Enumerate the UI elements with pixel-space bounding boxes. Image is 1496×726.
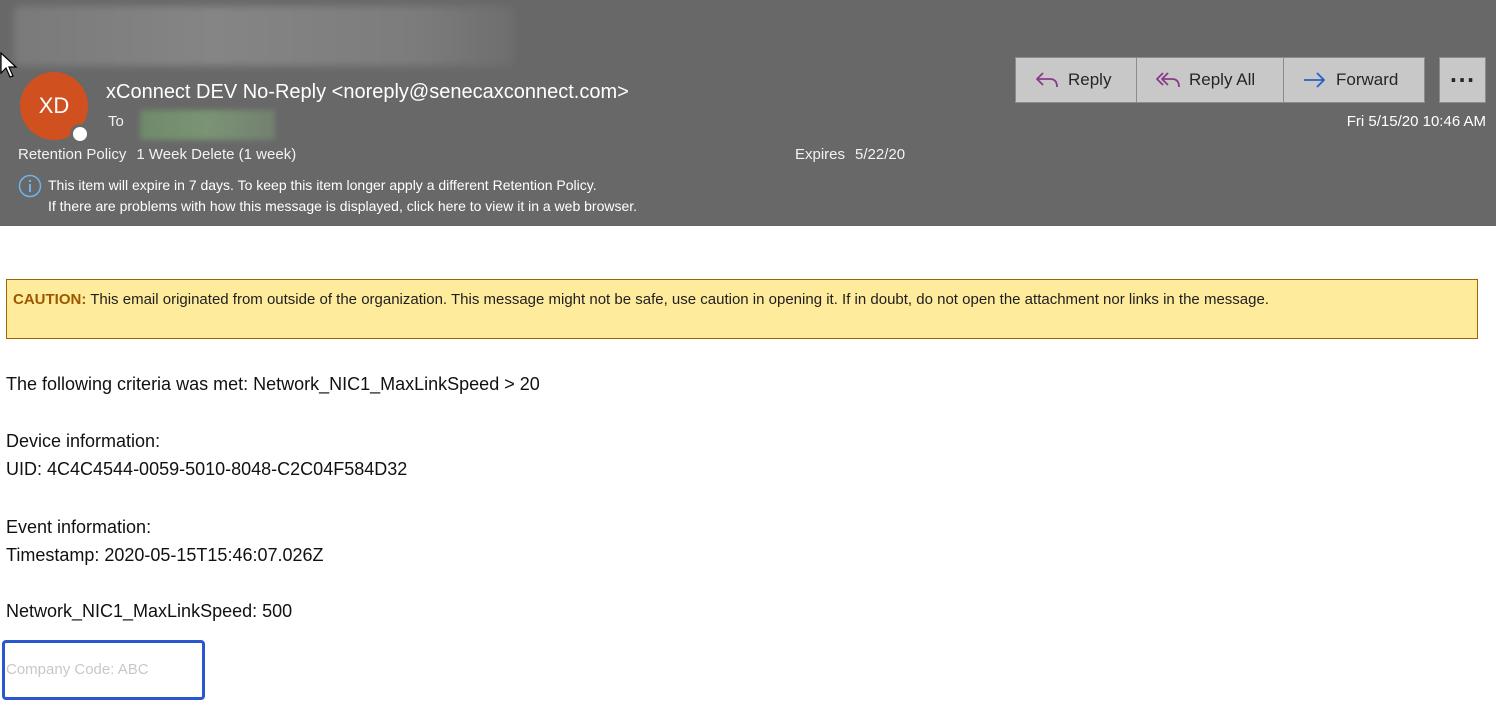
- event-timestamp: Timestamp: 2020-05-15T15:46:07.026Z: [6, 545, 324, 565]
- device-uid: UID: 4C4C4544-0059-5010-8048-C2C04F584D3…: [6, 459, 408, 479]
- expires-value: 5/22/20: [855, 146, 906, 163]
- received-datetime: Fri 5/15/20 10:46 AM: [1346, 113, 1486, 130]
- expiry-notice: This item will expire in 7 days. To keep…: [48, 177, 597, 193]
- reply-label: Reply: [1068, 70, 1112, 89]
- reply-all-label: Reply All: [1189, 70, 1256, 89]
- sender-address[interactable]: xConnect DEV No-Reply <noreply@senecaxco…: [106, 81, 629, 104]
- reply-all-icon: [1156, 72, 1180, 88]
- avatar-initials: XD: [38, 93, 70, 118]
- mouse-cursor-icon: [0, 52, 18, 78]
- company-code: Company Code: ABC: [6, 661, 149, 678]
- retention-label: Retention Policy: [18, 146, 127, 163]
- forward-label: Forward: [1336, 70, 1399, 89]
- device-heading: Device information:: [6, 431, 161, 451]
- to-label: To: [108, 113, 124, 130]
- caution-banner: CAUTION: This email originated from outs…: [6, 279, 1478, 339]
- view-in-browser-link[interactable]: If there are problems with how this mess…: [48, 198, 637, 214]
- reply-icon: [1036, 72, 1058, 88]
- retention-value: 1 Week Delete (1 week): [136, 146, 297, 163]
- forward-arrow-icon: [1304, 72, 1325, 88]
- info-icon: [18, 174, 42, 198]
- ellipsis-icon: ···: [1449, 68, 1476, 92]
- expiry-info: Expires 5/22/20: [795, 146, 905, 163]
- reply-button[interactable]: Reply: [1015, 57, 1137, 103]
- retention-policy: Retention Policy 1 Week Delete (1 week): [18, 146, 296, 163]
- message-header: XD xConnect DEV No-Reply <noreply@seneca…: [0, 0, 1496, 226]
- metric-value: Network_NIC1_MaxLinkSpeed: 500: [6, 601, 293, 621]
- redacted-subject: [14, 6, 514, 66]
- expires-label: Expires: [795, 146, 846, 163]
- caution-label: CAUTION:: [13, 291, 87, 308]
- event-heading: Event information:: [6, 517, 152, 537]
- presence-status-icon: [70, 124, 90, 144]
- more-actions-button[interactable]: ···: [1439, 57, 1486, 103]
- forward-button[interactable]: Forward: [1283, 57, 1425, 103]
- redacted-recipient: [140, 110, 275, 140]
- message-actions: Reply Reply All Forward: [1015, 57, 1425, 103]
- reply-all-button[interactable]: Reply All: [1136, 57, 1284, 103]
- criteria-line: The following criteria was met: Network_…: [6, 374, 540, 394]
- caution-text: This email originated from outside of th…: [86, 291, 1269, 308]
